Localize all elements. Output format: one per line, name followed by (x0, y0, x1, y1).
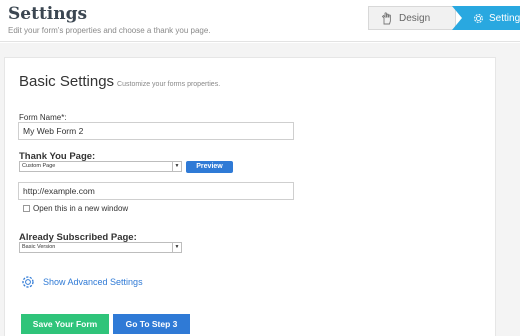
new-window-checkbox[interactable] (23, 205, 30, 212)
subscribed-page-select[interactable]: Basic Version ▼ (19, 242, 182, 253)
new-window-option: Open this in a new window (23, 204, 128, 213)
preview-button[interactable]: Preview (186, 161, 233, 173)
step-navigation: Design Settings (368, 6, 520, 30)
go-to-step-3-button[interactable]: Go To Step 3 (113, 314, 190, 334)
thank-you-page-select[interactable]: Custom Page ▼ (19, 161, 182, 172)
section-title-text: Basic Settings (19, 73, 115, 90)
section-title: Basic Settings Customize your forms prope… (19, 73, 220, 90)
section-subtitle: Customize your forms properties. (117, 81, 221, 88)
gear-outline-icon (22, 276, 34, 288)
page-title: Settings (8, 4, 88, 24)
gear-icon (474, 13, 483, 23)
step-design-label: Design (399, 12, 431, 24)
form-name-label: Form Name*: (19, 113, 67, 122)
page-subtitle: Edit your form's properties and choose a… (8, 26, 211, 35)
step-settings[interactable]: Settings (452, 6, 520, 30)
thank-you-url-input[interactable] (18, 182, 294, 200)
page-header: Settings Edit your form's properties and… (0, 0, 520, 42)
chevron-down-icon: ▼ (172, 162, 181, 171)
subscribed-page-value: Basic Version (22, 244, 56, 250)
chevron-down-icon: ▼ (172, 243, 181, 252)
content-area: Basic Settings Customize your forms prope… (0, 43, 520, 336)
basic-settings-panel: Basic Settings Customize your forms prope… (4, 57, 496, 336)
show-advanced-settings-label: Show Advanced Settings (43, 277, 143, 287)
show-advanced-settings[interactable]: Show Advanced Settings (21, 275, 143, 289)
new-window-label: Open this in a new window (33, 204, 129, 213)
thank-you-page-value: Custom Page (22, 163, 56, 169)
form-name-input[interactable] (18, 122, 294, 140)
step-settings-label: Settings (489, 12, 520, 24)
hand-pointer-icon (381, 11, 391, 24)
save-form-button[interactable]: Save Your Form (21, 314, 109, 334)
step-design[interactable]: Design (368, 6, 456, 30)
